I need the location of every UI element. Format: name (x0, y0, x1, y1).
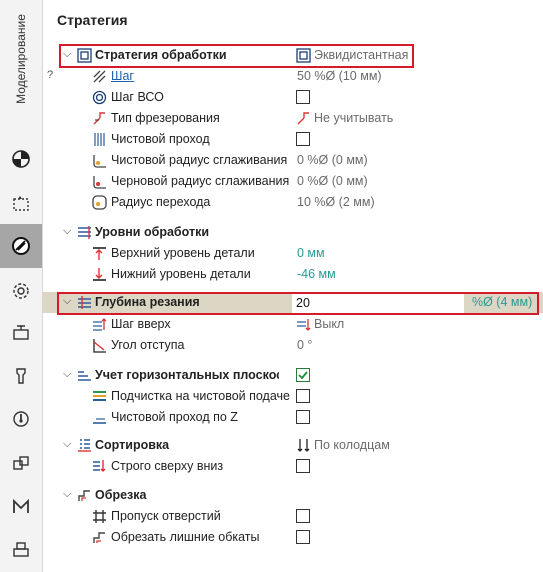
row-rough-smooth-radius[interactable]: Черновой радиус сглаживания 0 %Ø (0 мм) (42, 171, 543, 192)
sorting-select[interactable]: По колодцам (314, 438, 390, 452)
milling-type-value-icon (297, 112, 309, 125)
settings-gear-icon[interactable] (4, 274, 38, 308)
chevron-down-icon[interactable]: ⌵ (63, 48, 71, 61)
row-step-vso[interactable]: Шаг ВСО (42, 87, 543, 108)
depth-unit: %Ø (4 мм) (472, 295, 533, 309)
finish-smooth-radius-value[interactable]: 0 %Ø (0 мм) (297, 153, 368, 167)
chevron-down-icon[interactable]: ⌵ (63, 368, 71, 381)
horizontal-planes-icon (78, 371, 91, 381)
group-depth[interactable]: ⌵ Глубина резания %Ø (4 мм) (42, 292, 543, 313)
panel-title: Стратегия (57, 12, 128, 28)
row-milling-type[interactable]: Тип фрезерования Не учитывать (42, 108, 543, 129)
check-icon (298, 371, 308, 380)
printer-icon[interactable] (4, 533, 38, 567)
wells-icon (297, 439, 310, 452)
skip-holes-icon (93, 510, 106, 523)
strategy-group-icon (77, 48, 92, 63)
transition-radius-value[interactable]: 10 %Ø (2 мм) (297, 195, 375, 209)
row-top-level[interactable]: Верхний уровень детали 0 мм (42, 243, 543, 264)
depth-icon (78, 296, 91, 309)
retract-angle-value[interactable]: 0 ° (297, 338, 312, 352)
horizontal-checkbox[interactable] (296, 368, 310, 382)
group-levels[interactable]: ⌵ Уровни обработки (42, 222, 543, 243)
chevron-down-icon[interactable]: ⌵ (63, 225, 71, 238)
group-trimming[interactable]: ⌵ Обрезка (42, 485, 543, 506)
equidistant-icon (296, 48, 311, 63)
group-sorting[interactable]: ⌵ Сортировка По колодцам (42, 435, 543, 456)
group-depth-label: Глубина резания (95, 295, 200, 309)
row-trim-extra[interactable]: Обрезать лишние обкаты (42, 527, 543, 548)
group-horizontal[interactable]: ⌵ Учет горизонтальных плоскостей (42, 365, 543, 386)
row-transition-radius[interactable]: Радиус перехода 10 %Ø (2 мм) (42, 192, 543, 213)
row-bottom-level[interactable]: Нижний уровень детали -46 мм (42, 264, 543, 285)
row-step[interactable]: Шаг 50 %Ø (10 мм) (42, 66, 543, 87)
tab-modeling-label: Моделирование (14, 14, 28, 104)
sorting-icon (78, 439, 91, 452)
transition-radius-icon (92, 195, 107, 210)
finish-pass-icon (94, 133, 105, 146)
skip-holes-checkbox[interactable] (296, 509, 310, 523)
milling-type-select[interactable]: Не учитывать (314, 111, 393, 125)
trim-extra-checkbox[interactable] (296, 530, 310, 544)
rough-smooth-radius-value[interactable]: 0 %Ø (0 мм) (297, 174, 368, 188)
levels-icon (78, 226, 91, 239)
trim-extra-icon (93, 532, 105, 543)
step-icon (93, 70, 106, 83)
spiral-icon (92, 90, 107, 105)
finish-radius-icon (93, 155, 106, 168)
row-skip-holes[interactable]: Пропуск отверстий (42, 506, 543, 527)
milling-type-icon (93, 112, 105, 125)
row-top-down[interactable]: Строго сверху вниз (42, 456, 543, 477)
chevron-down-icon[interactable]: ⌵ (63, 488, 71, 501)
strategy-icon[interactable] (0, 224, 42, 268)
group-horizontal-label: Учет горизонтальных плоскостей (95, 368, 279, 382)
group-strategy[interactable]: ⌵ Стратегия обработки Эквидистантная (42, 45, 543, 66)
trimming-icon (78, 490, 90, 501)
finish-z-checkbox[interactable] (296, 410, 310, 424)
top-level-icon (93, 247, 106, 260)
chevron-down-icon[interactable]: ⌵ (63, 295, 71, 308)
cleanup-checkbox[interactable] (296, 389, 310, 403)
finish-pass-checkbox[interactable] (296, 132, 310, 146)
row-finish-z[interactable]: Чистовой проход по Z (42, 407, 543, 428)
group-trimming-label: Обрезка (95, 488, 147, 502)
rough-radius-icon (93, 176, 106, 189)
design-mode-icon[interactable] (4, 142, 38, 176)
tab-modeling[interactable]: Моделирование (2, 4, 40, 114)
copy-icon[interactable] (4, 446, 38, 480)
selection-icon[interactable] (4, 187, 38, 221)
group-levels-label: Уровни обработки (95, 225, 210, 239)
bottom-level-icon (93, 268, 106, 281)
row-cleanup[interactable]: Подчистка на чистовой подаче (42, 386, 543, 407)
top-down-checkbox[interactable] (296, 459, 310, 473)
group-sorting-label: Сортировка (95, 438, 170, 452)
machining-icon[interactable] (4, 316, 38, 350)
step-up-select[interactable]: Выкл (314, 317, 344, 331)
left-toolbar: Моделирование (0, 0, 43, 572)
chevron-down-icon[interactable]: ⌵ (63, 438, 71, 451)
row-finish-smooth-radius[interactable]: Чистовой радиус сглаживания 0 %Ø (0 мм) (42, 150, 543, 171)
top-down-icon (93, 460, 106, 472)
row-retract-angle[interactable]: Угол отступа 0 ° (42, 335, 543, 356)
row-step-up[interactable]: Шаг вверх Выкл (42, 314, 543, 335)
step-value[interactable]: 50 %Ø (10 мм) (297, 69, 382, 83)
top-level-value[interactable]: 0 мм (297, 246, 325, 260)
step-up-icon (93, 318, 107, 331)
group-strategy-label: Стратегия обработки (95, 48, 227, 62)
retract-angle-icon (93, 339, 106, 353)
bottom-level-value[interactable]: -46 мм (297, 267, 336, 281)
tool-icon[interactable] (4, 359, 38, 393)
macro-icon[interactable] (4, 490, 38, 524)
step-vso-checkbox[interactable] (296, 90, 310, 104)
step-up-value-icon (297, 319, 311, 331)
strategy-select[interactable]: Эквидистантная (314, 48, 408, 62)
origin-icon[interactable] (4, 402, 38, 436)
cleanup-icon (93, 391, 106, 401)
row-finish-pass[interactable]: Чистовой проход (42, 129, 543, 150)
finish-z-icon (93, 418, 106, 424)
depth-input[interactable] (292, 292, 464, 313)
